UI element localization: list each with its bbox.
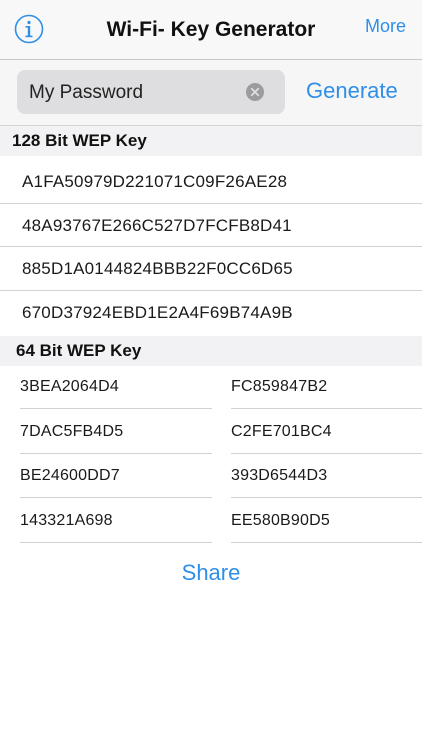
password-field-container bbox=[17, 70, 285, 116]
password-area: Generate bbox=[0, 60, 422, 126]
wep64-key-cell[interactable]: 143321A698 bbox=[20, 498, 210, 543]
wep128-key-row[interactable]: 885D1A0144824BBB22F0CC6D65 bbox=[0, 246, 422, 291]
wep64-key-cell[interactable]: BE24600DD7 bbox=[20, 453, 210, 498]
section-header-128: 128 Bit WEP Key bbox=[0, 126, 422, 156]
more-button[interactable]: More bbox=[365, 16, 406, 37]
wep64-key-cell[interactable]: 3BEA2064D4 bbox=[20, 364, 210, 409]
share-button[interactable]: Share bbox=[0, 560, 422, 586]
wep128-key-row[interactable]: 670D37924EBD1E2A4F69B74A9B bbox=[0, 290, 422, 335]
section-header-64: 64 Bit WEP Key bbox=[0, 336, 422, 366]
cell-divider bbox=[20, 542, 212, 543]
wep64-key-cell[interactable]: 393D6544D3 bbox=[231, 453, 421, 498]
page-title: Wi-Fi- Key Generator bbox=[106, 18, 316, 41]
clear-icon[interactable] bbox=[246, 83, 264, 101]
wep64-key-cell[interactable]: EE580B90D5 bbox=[231, 498, 421, 543]
wep128-key-row[interactable]: A1FA50979D221071C09F26AE28 bbox=[0, 159, 422, 204]
wep128-key-row[interactable]: 48A93767E266C527D7FCFB8D41 bbox=[0, 203, 422, 248]
navigation-bar: Wi-Fi- Key Generator More bbox=[0, 0, 422, 60]
generate-button[interactable]: Generate bbox=[306, 78, 398, 104]
wep64-key-cell[interactable]: FC859847B2 bbox=[231, 364, 421, 409]
wep64-key-cell[interactable]: C2FE701BC4 bbox=[231, 409, 421, 454]
cell-divider bbox=[231, 542, 422, 543]
password-input[interactable] bbox=[27, 70, 246, 116]
wep64-key-cell[interactable]: 7DAC5FB4D5 bbox=[20, 409, 210, 454]
